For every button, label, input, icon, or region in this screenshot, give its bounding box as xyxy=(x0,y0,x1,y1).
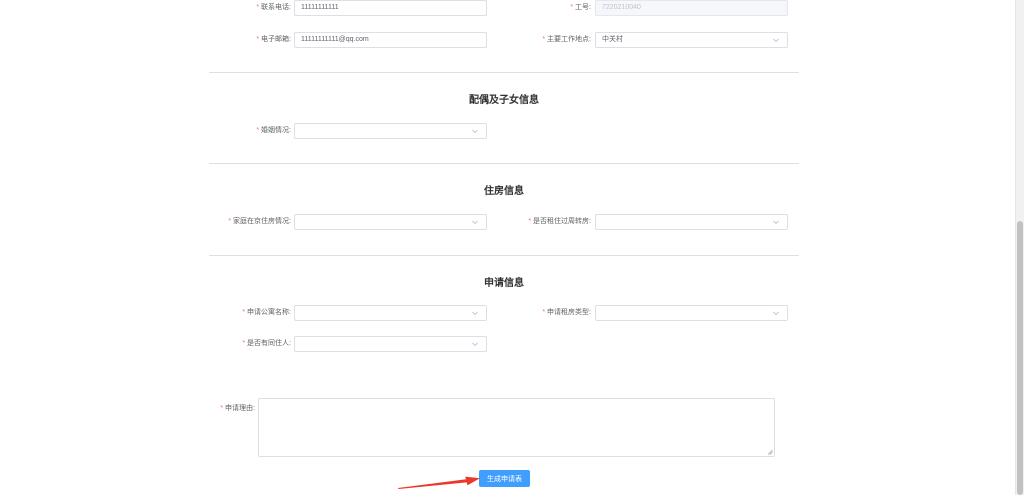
scrollbar-thumb[interactable] xyxy=(1017,221,1023,495)
section-divider xyxy=(209,163,799,164)
phone-input[interactable]: 11111111111 xyxy=(294,0,487,16)
chevron-down-icon xyxy=(773,220,779,225)
section-title-application: 申请信息 xyxy=(484,278,524,289)
section-divider xyxy=(209,72,799,73)
room-type-select[interactable] xyxy=(595,305,788,321)
required-mark: * xyxy=(220,405,224,412)
email-label: * 电子邮箱: xyxy=(256,36,291,43)
employee-id-label: * 工号: xyxy=(570,4,591,11)
required-mark: * xyxy=(256,127,260,134)
generate-application-button[interactable]: 生成申请表 xyxy=(479,470,530,487)
required-mark: * xyxy=(228,218,232,225)
work-location-select[interactable]: 中关村 xyxy=(595,32,788,48)
lived-turnover-select[interactable] xyxy=(595,214,788,230)
required-mark: * xyxy=(242,340,246,347)
chevron-down-icon xyxy=(773,311,779,316)
required-mark: * xyxy=(256,36,260,43)
apartment-name-label: * 申请公寓名称: xyxy=(242,309,291,316)
required-mark: * xyxy=(242,309,246,316)
phone-value: 11111111111 xyxy=(301,4,339,11)
marital-status-select[interactable] xyxy=(294,123,487,139)
form-page: * 联系电话: 11111111111 * 工号: 7220210040 * 电子邮箱… xyxy=(0,0,1024,495)
home-housing-select[interactable] xyxy=(294,214,487,230)
required-mark: * xyxy=(528,218,532,225)
employee-id-value: 7220210040 xyxy=(602,4,641,11)
chevron-down-icon xyxy=(472,220,478,225)
email-value: 11111111111@qq.com xyxy=(301,36,369,43)
cohabitant-select[interactable] xyxy=(294,336,487,352)
chevron-down-icon xyxy=(472,129,478,134)
section-title-housing: 住房信息 xyxy=(484,186,524,197)
required-mark: * xyxy=(542,36,546,43)
required-mark: * xyxy=(542,309,546,316)
reason-textarea[interactable] xyxy=(258,398,775,457)
phone-label: * 联系电话: xyxy=(256,4,291,11)
section-divider xyxy=(209,255,799,256)
marital-status-label: * 婚姻情况: xyxy=(256,127,291,134)
email-input[interactable]: 11111111111@qq.com xyxy=(294,32,487,48)
lived-turnover-label: * 是否租住过周转房: xyxy=(528,218,591,225)
home-housing-label: * 家庭在京住房情况: xyxy=(228,218,291,225)
cohabitant-label: * 是否有同住人: xyxy=(242,340,291,347)
required-mark: * xyxy=(570,4,574,11)
room-type-label: * 申请租房类型: xyxy=(542,309,591,316)
work-location-value: 中关村 xyxy=(602,36,623,43)
reason-label: * 申请理由: xyxy=(220,405,255,412)
chevron-down-icon xyxy=(472,342,478,347)
required-mark: * xyxy=(256,4,260,11)
section-title-spouse: 配偶及子女信息 xyxy=(469,95,539,106)
employee-id-input[interactable]: 7220210040 xyxy=(595,0,788,16)
chevron-down-icon xyxy=(472,311,478,316)
resize-handle-icon[interactable] xyxy=(767,449,773,455)
red-arrow-annotation-icon xyxy=(398,476,480,489)
apartment-name-select[interactable] xyxy=(294,305,487,321)
work-location-label: * 主要工作地点: xyxy=(542,36,591,43)
chevron-down-icon xyxy=(773,38,779,43)
